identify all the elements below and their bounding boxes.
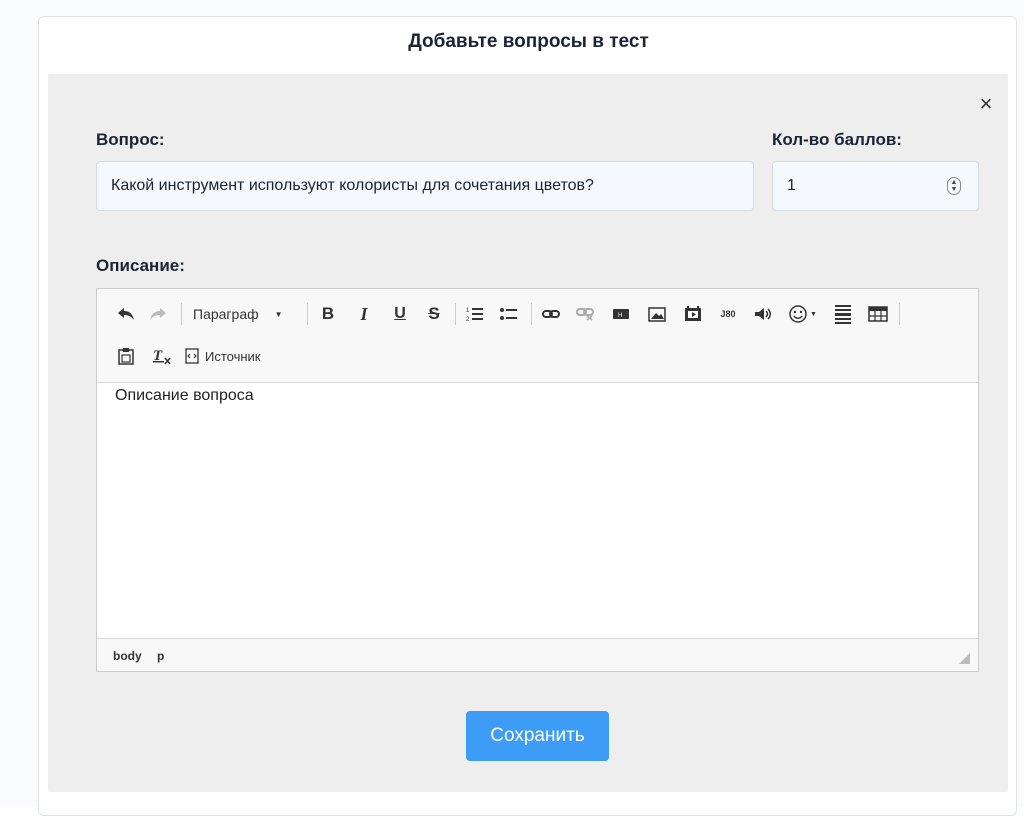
svg-text:1: 1 [466, 308, 470, 314]
points-stepper[interactable]: ▲ ▼ [947, 177, 961, 195]
toolbar-separator [307, 303, 308, 325]
format-select[interactable]: Параграф ▼ [193, 303, 303, 325]
italic-icon[interactable]: I [353, 303, 375, 325]
question-label: Вопрос: [96, 130, 165, 149]
close-button[interactable]: × [976, 92, 996, 116]
points-input[interactable] [787, 162, 937, 210]
numbered-list-icon[interactable]: 12 [463, 303, 487, 325]
toolbar-separator [899, 303, 900, 325]
description-label: Описание: [96, 256, 185, 275]
path-item-body[interactable]: body [113, 649, 142, 663]
source-button[interactable]: Источник [185, 345, 277, 367]
format-select-label: Параграф [193, 306, 259, 322]
undo-icon[interactable] [113, 303, 139, 325]
editor-toolbar: Параграф ▼ B I U S 12 H J80 ▼ T Источник [97, 289, 978, 383]
toolbar-separator [181, 303, 182, 325]
source-button-label: Источник [205, 348, 261, 364]
underline-icon[interactable]: U [389, 303, 411, 325]
path-item-p[interactable]: p [157, 649, 164, 663]
source-code-icon [185, 348, 199, 364]
modal-title: Добавьте вопросы в тест [408, 31, 649, 52]
editor-paragraph: Описание вопроса [115, 387, 254, 404]
editor-content[interactable]: Описание вопроса [97, 383, 978, 637]
clear-format-icon[interactable]: T [149, 345, 175, 367]
bulleted-list-icon[interactable] [497, 303, 521, 325]
horizontal-rule-icon[interactable] [831, 303, 855, 325]
unlink-icon[interactable] [573, 303, 597, 325]
anchor-icon[interactable]: H [609, 303, 633, 325]
editor-statusbar: body p [97, 638, 978, 671]
save-button[interactable]: Сохранить [466, 711, 609, 761]
image-icon[interactable] [645, 303, 669, 325]
chevron-down-icon: ▼ [950, 186, 958, 193]
caret-down-icon: ▼ [274, 309, 283, 319]
media-icon[interactable] [681, 303, 705, 325]
toolbar-separator [455, 303, 456, 325]
strikethrough-icon[interactable]: S [423, 303, 445, 325]
question-input[interactable] [96, 161, 754, 211]
resize-handle-icon[interactable] [959, 653, 970, 664]
link-icon[interactable] [539, 303, 563, 325]
paste-icon[interactable] [113, 345, 139, 367]
emoji-caret-icon: ▼ [810, 310, 817, 318]
points-field: ▲ ▼ [772, 161, 979, 211]
chevron-up-icon: ▲ [950, 179, 958, 186]
toolbar-separator [531, 303, 532, 325]
bold-icon[interactable]: B [317, 303, 339, 325]
iframe-icon[interactable]: J80 [715, 303, 741, 325]
svg-text:H: H [618, 313, 622, 319]
table-icon[interactable] [865, 303, 891, 325]
emoji-icon[interactable]: ▼ [785, 303, 821, 325]
svg-text:2: 2 [466, 317, 470, 322]
points-label: Кол-во баллов: [772, 130, 902, 149]
redo-icon[interactable] [145, 303, 171, 325]
rich-text-editor: Параграф ▼ B I U S 12 H J80 ▼ T Источник… [96, 288, 979, 672]
audio-icon[interactable] [751, 303, 775, 325]
